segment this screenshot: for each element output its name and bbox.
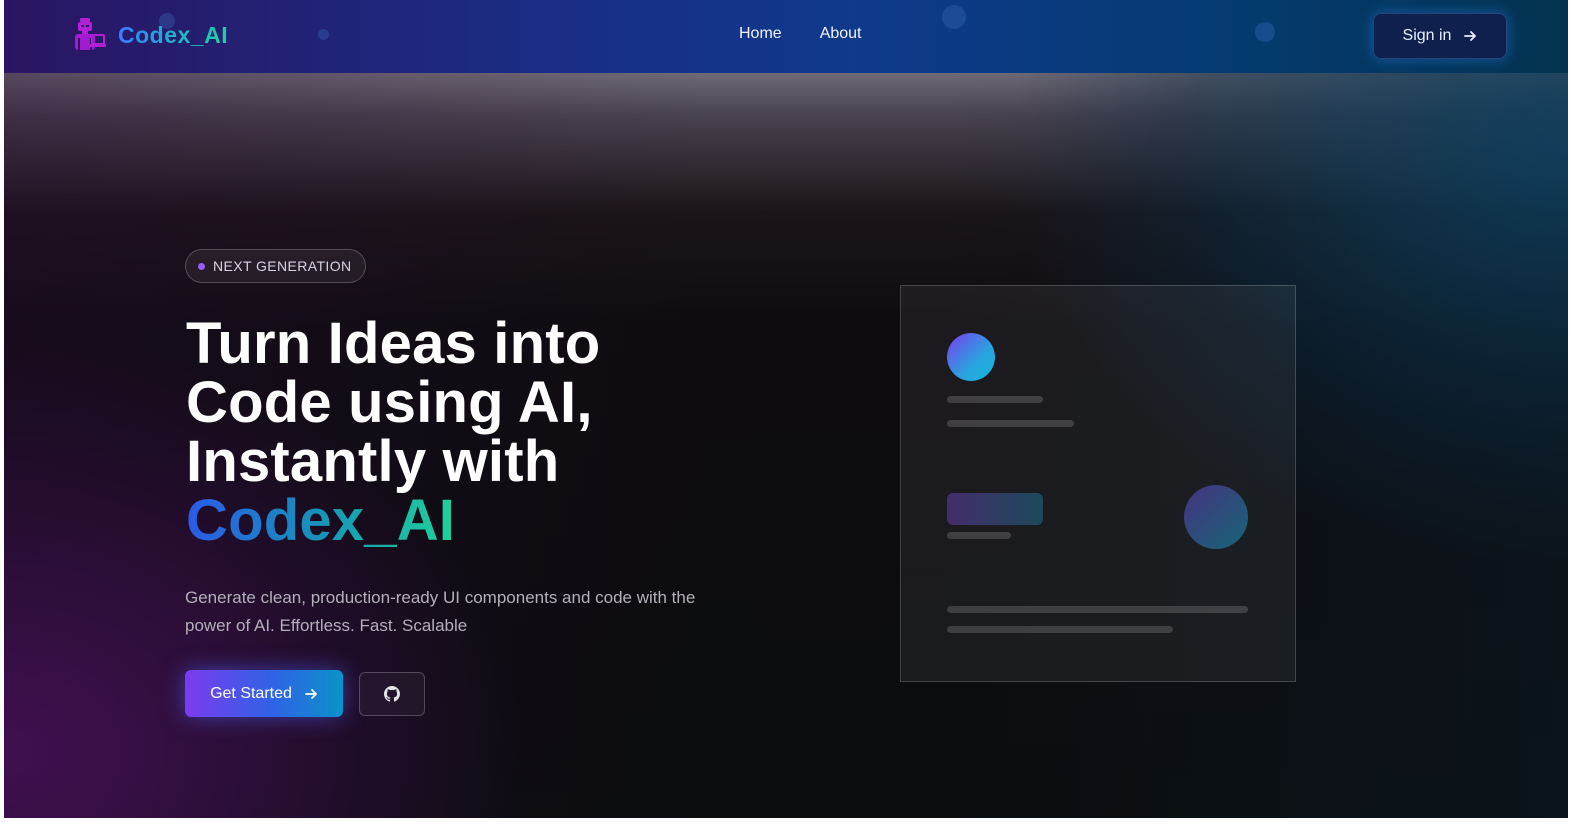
github-icon — [384, 686, 400, 702]
brand-logo[interactable]: Codex_AI — [70, 16, 228, 54]
preview-card — [900, 285, 1296, 682]
placeholder-line — [947, 396, 1043, 403]
headline-line-1: Turn Ideas into — [186, 311, 601, 376]
badge-dot-icon — [198, 262, 205, 270]
placeholder-button — [947, 493, 1043, 525]
placeholder-line — [947, 606, 1248, 613]
decor-bubble — [942, 5, 966, 29]
badge-label: NEXT GENERATION — [213, 258, 352, 274]
placeholder-circle — [1184, 485, 1248, 549]
arrow-right-icon — [305, 688, 317, 699]
github-button[interactable] — [359, 672, 425, 716]
hero-badge: NEXT GENERATION — [185, 249, 366, 283]
nav-links: Home About — [739, 25, 862, 43]
placeholder-line — [947, 420, 1074, 427]
arrow-right-icon — [1464, 31, 1477, 41]
get-started-label: Get Started — [210, 684, 292, 702]
hero-headline: Turn Ideas into Code using AI, Instantly… — [186, 314, 746, 550]
nav-link-about[interactable]: About — [820, 25, 862, 43]
placeholder-line — [947, 626, 1173, 633]
nav-link-home[interactable]: Home — [739, 25, 782, 43]
headline-line-2: Code using AI, — [186, 370, 593, 435]
placeholder-avatar — [947, 333, 995, 381]
developer-robot-icon — [75, 18, 106, 50]
headline-brand: Codex_AI — [186, 488, 456, 553]
sign-in-button[interactable]: Sign in — [1373, 13, 1507, 59]
headline-line-3: Instantly with — [186, 429, 560, 494]
page-frame: Codex_AI Home About Sign in NEXT GENERAT… — [4, 0, 1568, 818]
decor-bubble — [1255, 22, 1275, 42]
brand-name: Codex_AI — [118, 21, 229, 48]
placeholder-line — [947, 532, 1011, 539]
navbar: Codex_AI Home About Sign in — [4, 0, 1568, 73]
sign-in-label: Sign in — [1402, 27, 1452, 44]
get-started-button[interactable]: Get Started — [185, 670, 343, 717]
decor-bubble — [318, 29, 329, 40]
hero-subtext: Generate clean, production-ready UI comp… — [185, 588, 696, 635]
